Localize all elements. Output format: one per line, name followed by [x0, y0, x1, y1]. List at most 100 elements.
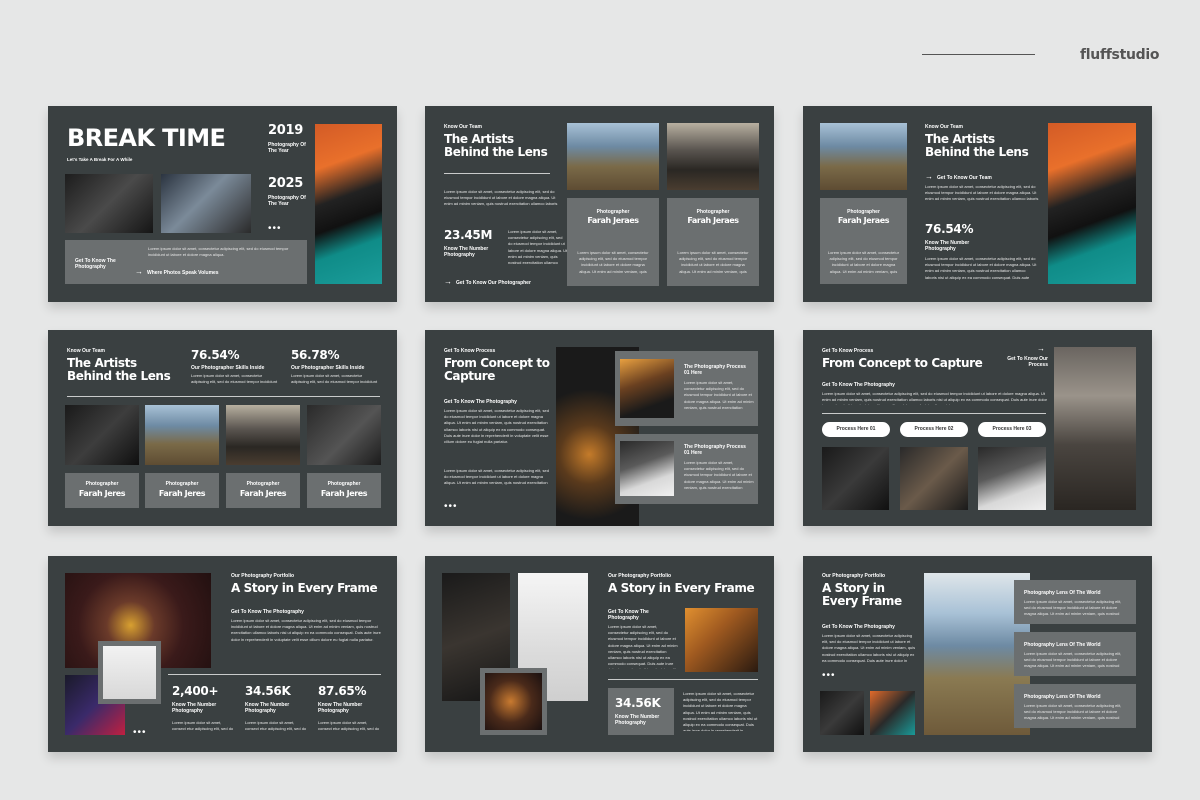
process-pill-3[interactable]: Process Here 03: [978, 422, 1046, 437]
stat-value: 23.45M: [444, 228, 493, 242]
photo-studio-light: [103, 646, 156, 699]
slide-title: From Concept to Capture: [444, 356, 550, 384]
photo-thumb-2: [870, 691, 915, 735]
dots-indicator: •••: [444, 501, 458, 512]
body-text: Lorem ipsum dolor sit amet, consectetur …: [822, 391, 1047, 405]
slide-story-1[interactable]: Our Photography Portfolio A Story in Eve…: [48, 556, 397, 752]
card-label: Photographer: [85, 481, 119, 487]
lens-title-2: Photography Lens Of The World: [1024, 642, 1101, 648]
photo-2: [145, 405, 219, 465]
slide-title: A Story in Every Frame: [231, 581, 378, 595]
card-name: Farah Jeraes: [837, 216, 890, 225]
slide-artists-2[interactable]: Photographer Farah Jeraes Lorem ipsum do…: [803, 106, 1152, 302]
stat-2-text: Lorem ipsum dolor sit amet, consectetur …: [291, 373, 378, 386]
body-text: Lorem ipsum dolor sit amet, consectetur …: [444, 189, 559, 209]
slide-title: A Story in Every Frame: [608, 581, 755, 595]
card-name: Farah Jeres: [320, 489, 368, 498]
photo-thumb-1: [820, 691, 864, 735]
stat-2-label: Know The Number Photography: [245, 702, 290, 715]
body-text: Lorem ipsum dolor sit amet, consectetur …: [925, 184, 1040, 204]
slide-story-2[interactable]: Our Photography Portfolio A Story in Eve…: [425, 556, 774, 752]
slide-break-time[interactable]: BREAK TIME Let's Take A Break For A Whil…: [48, 106, 397, 302]
stat-label: Know The Number Photography: [925, 240, 970, 253]
body-text-1: Lorem ipsum dolor sit amet, consectetur …: [444, 408, 549, 444]
brand-divider: [922, 54, 1035, 55]
cta-title: Get To Know The Photography: [75, 258, 116, 271]
divider: [67, 396, 380, 397]
photo-hands-camera: [65, 174, 153, 233]
photo-1: [822, 447, 889, 510]
stat-3-label: Know The Number Photography: [318, 702, 363, 715]
stat-2-text: Lorem ipsum dolor sit amet, consect etur…: [245, 720, 307, 733]
card-text: Lorem ipsum dolor sit amet, consectetur …: [676, 250, 750, 275]
cta-link[interactable]: Get To Know Our Team: [937, 175, 992, 181]
stat-2-label: Our Photographer Skills Inside: [291, 365, 365, 371]
slide-title: The Artists Behind the Lens: [444, 132, 548, 160]
lens-title-1: Photography Lens Of The World: [1024, 590, 1101, 596]
dots-indicator: •••: [268, 223, 282, 234]
card-label: Photographer: [165, 481, 199, 487]
stat-1-text: Lorem ipsum dolor sit amet, consect etur…: [172, 720, 234, 733]
divider: [608, 679, 758, 680]
slide-kicker: Our Photography Portfolio: [608, 573, 672, 579]
lens-title-3: Photography Lens Of The World: [1024, 694, 1101, 700]
cta-link[interactable]: Get To Know Our Photographer: [456, 280, 531, 286]
stat-value: 34.56K: [615, 696, 661, 710]
slide-title: From Concept to Capture: [822, 356, 983, 370]
slide-title: The Artists Behind the Lens: [67, 356, 171, 384]
photo-3: [978, 447, 1046, 510]
photo-camera-screen: [685, 608, 758, 672]
stat-text: Lorem ipsum dolor sit amet, consectetur …: [508, 229, 568, 265]
slide-artists-1[interactable]: Know Our Team The Artists Behind the Len…: [425, 106, 774, 302]
cta-text: Lorem ipsum dolor sit amet, consectetur …: [148, 246, 289, 258]
slide-kicker: Our Photography Portfolio: [231, 573, 295, 579]
stat-1-value: 76.54%: [191, 348, 240, 362]
card-text: Lorem ipsum dolor sit amet, consectetur …: [827, 250, 900, 275]
arrow-icon[interactable]: →: [925, 173, 933, 181]
cta-link[interactable]: Where Photos Speak Volumes: [147, 270, 219, 276]
slide-concept-2[interactable]: Get To Know Process From Concept to Capt…: [803, 330, 1152, 526]
body-text-2: Lorem ipsum dolor sit amet, consectetur …: [444, 468, 549, 488]
process-pill-2[interactable]: Process Here 02: [900, 422, 968, 437]
side-label: Get To Know Our Process: [1007, 356, 1048, 369]
process-pill-1[interactable]: Process Here 01: [822, 422, 890, 437]
dots-indicator: •••: [822, 670, 836, 681]
arrow-icon[interactable]: →: [135, 268, 143, 276]
card-label: Photographer: [327, 481, 361, 487]
slide-concept-1[interactable]: Get To Know Process From Concept to Capt…: [425, 330, 774, 526]
card-name: Farah Jeres: [239, 489, 287, 498]
stat-3-text: Lorem ipsum dolor sit amet, consect etur…: [318, 720, 380, 733]
arrow-icon[interactable]: →: [444, 278, 452, 286]
year-2-label: Photography Of The Year: [268, 195, 306, 208]
stat-1-label: Our Photographer Skills Inside: [191, 365, 265, 371]
card-name: Farah Jeres: [158, 489, 206, 498]
lens-text-1: Lorem ipsum dolor sit amet, consectetur …: [1024, 599, 1122, 618]
stat-text: Lorem ipsum dolor sit amet, consectetur …: [683, 691, 758, 731]
slide-sub: Get To Know The Photography: [822, 624, 895, 630]
slide-story-3[interactable]: Our Photography Portfolio A Story in Eve…: [803, 556, 1152, 752]
card-name: Farah Jeraes: [587, 216, 639, 225]
body-text: Lorem ipsum dolor sit amet, consectetur …: [231, 618, 381, 642]
photo-woman-camera: [820, 123, 907, 190]
stat-1-value: 2,400+: [172, 684, 219, 698]
body-text: Lorem ipsum dolor sit amet, consectetur …: [608, 624, 678, 669]
photo-3: [226, 405, 300, 465]
stat-2-value: 34.56K: [245, 684, 291, 698]
photo-cameras: [161, 174, 251, 233]
year-2: 2025: [268, 176, 303, 191]
year-1: 2019: [268, 123, 303, 138]
photo-process-1: [620, 359, 674, 418]
brand-logo: fluffstudio: [1080, 47, 1160, 63]
stat-label: Know The Number Photography: [615, 714, 660, 727]
photo-lens: [485, 673, 542, 730]
arrow-icon[interactable]: →: [1037, 345, 1045, 353]
stat-1-label: Know The Number Photography: [172, 702, 217, 715]
divider: [168, 674, 381, 675]
card-label: Photographer: [696, 209, 730, 215]
process-2-title: The Photography Process 01 Here: [684, 444, 746, 457]
slide-sub: Get To Know The Photography: [231, 609, 304, 615]
photo-street-camera: [1054, 347, 1136, 510]
slide-artists-3[interactable]: Know Our Team The Artists Behind the Len…: [48, 330, 397, 526]
photo-camera-orange-teal: [315, 124, 382, 284]
slide-kicker: Know Our Team: [444, 124, 482, 130]
